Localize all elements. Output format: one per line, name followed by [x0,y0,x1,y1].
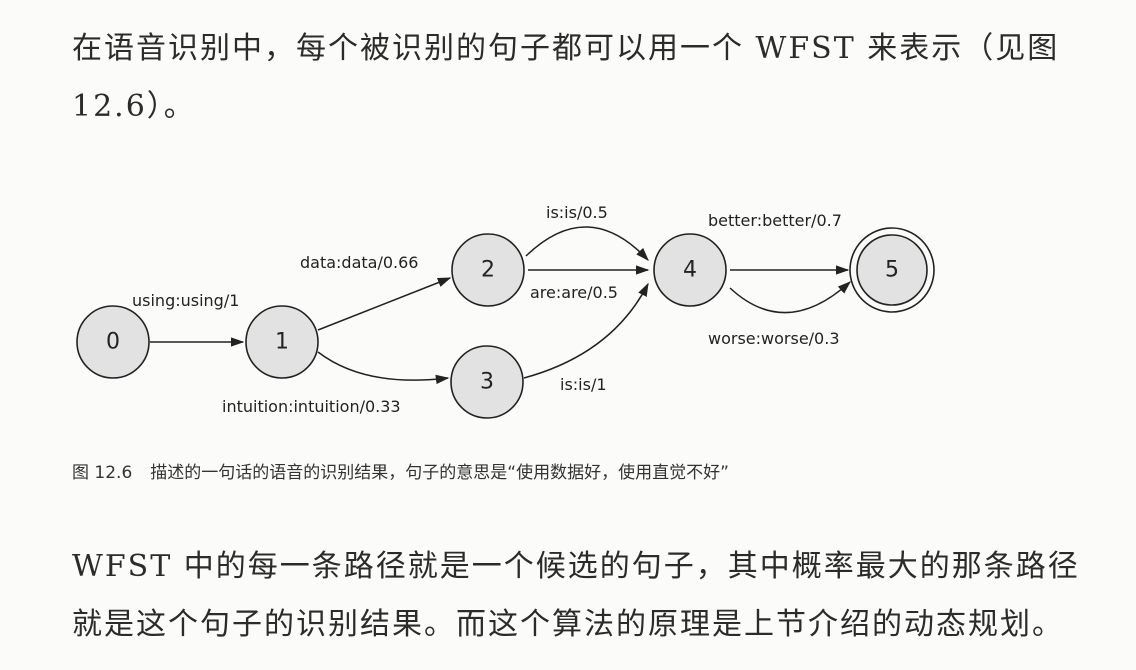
svg-text:3: 3 [480,370,494,395]
state-4: 4 [653,233,727,307]
label-are: are:are/0.5 [530,283,618,302]
figure-caption-text: 描述的一句话的语音的识别结果，句子的意思是“使用数据好，使用直觉不好” [150,463,729,483]
state-1: 1 [245,305,319,379]
svg-text:5: 5 [885,258,899,283]
label-is-0.5: is:is/0.5 [546,203,608,222]
label-better: better:better/0.7 [708,211,842,230]
svg-text:1: 1 [275,330,289,355]
svg-text:0: 0 [106,330,120,355]
edge-1-2 [317,277,452,331]
edge-2-4-is [525,226,649,261]
label-intuition: intuition:intuition/0.33 [222,397,401,416]
state-0: 0 [76,305,150,379]
edge-4-5-worse [729,281,852,314]
svg-text:2: 2 [481,258,495,283]
svg-text:4: 4 [683,258,697,283]
label-worse: worse:worse/0.3 [708,329,840,348]
state-3: 3 [450,345,524,419]
conclusion-paragraph: WFST 中的每一条路径就是一个候选的句子，其中概率最大的那条路径就是这个句子的… [72,549,1080,642]
figure-caption: 图 12.6 描述的一句话的语音的识别结果，句子的意思是“使用数据好，使用直觉不好… [72,458,729,483]
label-is-1: is:is/1 [560,375,607,394]
state-2: 2 [451,233,525,307]
figure-number: 图 12.6 [72,463,133,483]
label-data: data:data/0.66 [300,253,418,272]
state-5-final: 5 [849,227,935,313]
label-using: using:using/1 [132,291,239,310]
edge-1-3 [317,351,450,385]
